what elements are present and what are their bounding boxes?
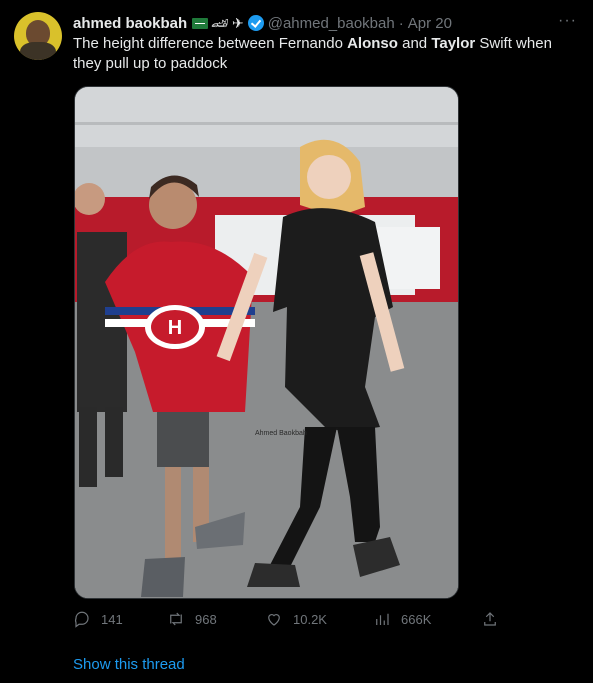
tweet-text-alonso: Alonso [347, 35, 398, 52]
tweet-text-part-1: The height difference between Fernando [73, 35, 348, 52]
share-icon [484, 612, 496, 626]
airplane-emoji: ✈ [231, 15, 244, 31]
author-name[interactable]: ahmed baokbah [73, 15, 187, 32]
tweet-text-part-2: and [397, 35, 432, 52]
show-thread-link[interactable]: Show this thread [73, 656, 185, 673]
tweet-actions: 141 968 10.2K 666K [73, 610, 503, 632]
share-button[interactable] [481, 610, 509, 628]
more-options-icon[interactable]: ··· [558, 12, 577, 30]
views-button[interactable]: 666K [373, 610, 431, 628]
reply-count: 141 [101, 611, 123, 627]
view-count: 666K [401, 611, 432, 627]
header-separator: · [398, 14, 404, 32]
race-car-emoji: 🏎 [211, 15, 229, 31]
reply-button[interactable]: 141 [73, 610, 123, 628]
like-button[interactable]: 10.2K [265, 610, 327, 628]
views-chart-icon [376, 613, 389, 625]
like-count: 10.2K [293, 611, 327, 627]
tweet-header: ahmed baokbah 🏎 ✈ @ahmed_baokbah · Apr 2… [73, 12, 581, 34]
tweet-date[interactable]: Apr 20 [408, 15, 452, 32]
retweet-count: 968 [195, 611, 217, 627]
author-handle[interactable]: @ahmed_baokbah [268, 15, 395, 32]
retweet-icon [170, 612, 182, 626]
reply-icon [74, 611, 89, 628]
saudi-flag-icon [192, 17, 209, 29]
image-watermark: Ahmed Baokbah [255, 430, 307, 437]
tweet-text-taylor: Taylor [431, 35, 476, 52]
tweet-text: The height difference between Fernando A… [73, 34, 578, 74]
retweet-button[interactable]: 968 [167, 610, 217, 628]
svg-text:H: H [168, 317, 182, 339]
avatar[interactable] [14, 12, 62, 60]
tweet-image[interactable]: H Ahmed Baokbah [74, 86, 459, 599]
heart-icon [268, 614, 280, 626]
verified-badge-icon [247, 15, 264, 31]
avatar-body [20, 42, 56, 60]
tweet-image-illustration: H Ahmed Baokbah [75, 87, 458, 598]
